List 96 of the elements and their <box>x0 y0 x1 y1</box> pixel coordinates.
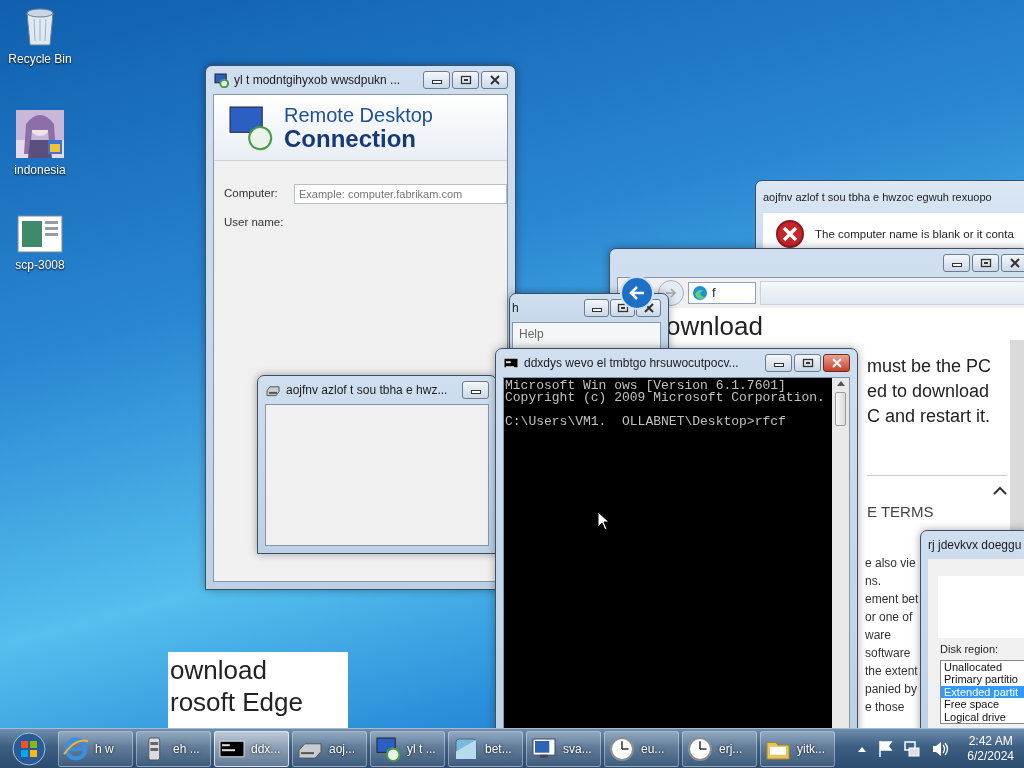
field-label: User name: <box>224 215 285 231</box>
maximize-icon <box>459 75 472 85</box>
maximize-button[interactable] <box>452 71 479 89</box>
taskbar-button[interactable]: aoj... <box>292 730 367 767</box>
list-option[interactable]: Primary partitio <box>941 673 1024 686</box>
body-text: or one of <box>865 608 913 626</box>
back-arrow-icon <box>629 286 645 300</box>
windows-orb-icon <box>12 731 46 766</box>
field-label: Computer: <box>224 186 279 202</box>
taskbar-button[interactable]: eh ... <box>136 730 211 767</box>
console-line: Copyright (c) 2009 Microsoft Corporation. <box>505 392 826 404</box>
cursor-icon <box>597 511 610 531</box>
minimize-button[interactable] <box>943 254 970 272</box>
window-title: aojfnv azlof t sou tbha e hwz... <box>286 382 449 399</box>
close-button[interactable] <box>823 354 850 372</box>
taskbar-button[interactable]: ddx... <box>214 730 289 767</box>
browser-icon <box>63 735 89 762</box>
error-icon <box>775 219 805 249</box>
chevron-up-icon[interactable] <box>993 486 1007 495</box>
body-text: e those <box>865 698 905 716</box>
maximize-icon <box>979 258 992 268</box>
icon-label[interactable]: Recycle Bin <box>8 50 72 68</box>
body-text: ement bet <box>865 590 919 608</box>
monitor-icon <box>375 735 401 762</box>
minimize-button[interactable] <box>462 381 489 399</box>
minimize-button[interactable] <box>584 299 609 317</box>
page-heading: ownload <box>666 310 764 342</box>
list-option[interactable]: Extended partit <box>941 685 1024 698</box>
clock-date[interactable]: 6/2/2024 <box>967 748 1014 764</box>
window-title: yl t modntgihyxob wwsdpukn ... <box>234 72 402 89</box>
tile-icon <box>453 735 479 762</box>
maximize-button[interactable] <box>972 254 999 272</box>
heading-text: rosoft Edge <box>170 686 304 718</box>
window-title: aojfnv azlof t sou tbha e hwzoc egwuh rexuopo <box>763 190 993 205</box>
network-icon[interactable] <box>903 739 922 758</box>
maximize-icon <box>801 358 814 368</box>
monitor-icon <box>228 104 274 151</box>
list-option[interactable]: Logical drive <box>941 710 1024 723</box>
taskbar-button[interactable]: bet... <box>448 730 523 767</box>
scrollbar[interactable] <box>1010 340 1024 530</box>
computer-field[interactable]: Example: computer.fabrikam.com <box>294 184 507 204</box>
body-text: ns. <box>865 572 881 590</box>
heading-text: ownload <box>170 654 268 686</box>
scroll-up-icon[interactable] <box>836 381 845 386</box>
body-text: the extent <box>865 662 918 680</box>
body-text: panied by <box>865 680 918 698</box>
clock-icon <box>609 735 635 762</box>
banner-title: Remote Desktop <box>284 103 433 126</box>
close-button[interactable] <box>1001 254 1024 272</box>
address-text: f <box>712 284 716 303</box>
close-icon <box>642 303 655 313</box>
error-message: The computer name is blank or it conta <box>815 227 1014 242</box>
window-title: h <box>512 300 520 317</box>
minimize-button[interactable] <box>423 71 450 89</box>
menu-item[interactable]: Help <box>515 325 548 343</box>
icon-label[interactable]: indonesia <box>14 161 66 179</box>
body-text: e also vie <box>865 554 916 572</box>
flag-icon[interactable] <box>877 739 894 758</box>
window-title: rj jdevkvx doeggu <box>928 537 1023 554</box>
console-line: C:\Users\VM1. OLLABNET\Desktop>rfcf <box>505 416 787 428</box>
close-icon <box>488 75 501 85</box>
close-icon <box>830 358 843 368</box>
minimize-button[interactable] <box>765 354 792 372</box>
taskbar-button[interactable]: eu... <box>604 730 679 767</box>
field-label: Disk region: <box>940 642 1000 657</box>
document-icon[interactable] <box>17 215 63 253</box>
maximize-button[interactable] <box>794 354 821 372</box>
scrollbar-thumb[interactable] <box>835 392 846 426</box>
address-field[interactable]: f <box>688 282 756 304</box>
clock-time[interactable]: 2:42 AM <box>968 733 1013 749</box>
body-text: software <box>865 644 911 662</box>
taskbar-button[interactable]: h w <box>58 730 133 767</box>
back-button[interactable] <box>620 276 654 310</box>
window-title: ddxdys wevo el tmbtgo hrsuwocutpocv... <box>524 355 740 372</box>
list-option[interactable]: Free space <box>941 698 1024 711</box>
taskbar-button[interactable]: erj... <box>682 730 757 767</box>
icon-label[interactable]: scp-3008 <box>15 256 65 274</box>
section-heading: E TERMS <box>867 502 934 522</box>
monitor-icon <box>213 72 229 88</box>
clock-icon <box>687 735 713 762</box>
close-icon <box>1008 258 1021 268</box>
body-text: ware <box>865 626 891 644</box>
maximize-icon <box>616 303 629 313</box>
body-text: must be the PC <box>867 355 993 378</box>
browser-logo-icon <box>692 285 708 301</box>
body-text: C and restart it. <box>867 405 992 428</box>
taskbar-button[interactable]: yl t ... <box>370 730 445 767</box>
list-option[interactable]: Unallocated <box>941 660 1024 673</box>
console-line: Microsoft Win ows [Version 6.1.7601] <box>505 380 786 392</box>
taskbar-button[interactable]: sva... <box>526 730 601 767</box>
body-text: ed to download <box>867 380 991 403</box>
banner-title: Connection <box>284 125 416 152</box>
close-button[interactable] <box>481 71 508 89</box>
taskbar-button[interactable]: yitk... <box>760 730 835 767</box>
console-icon <box>503 355 519 371</box>
forward-arrow-icon <box>665 288 677 298</box>
